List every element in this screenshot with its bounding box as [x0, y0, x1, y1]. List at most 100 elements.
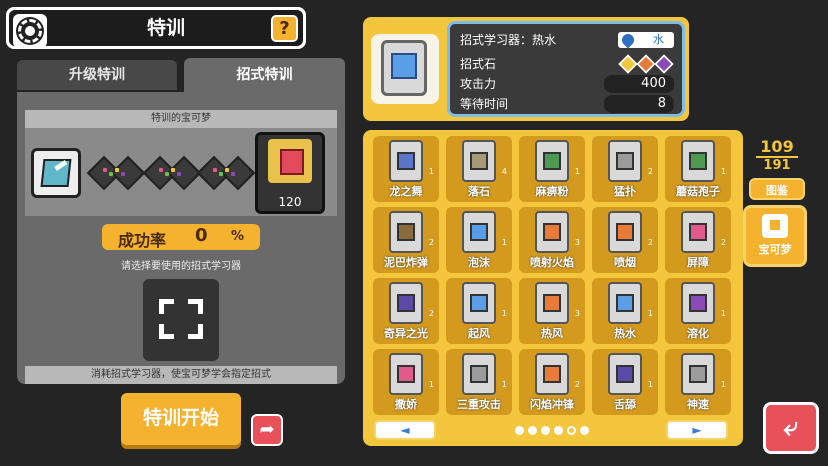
tm-count: 3	[574, 309, 580, 318]
tm-name: 闪焰冲锋	[530, 398, 574, 411]
tm-count-total: 191	[756, 156, 798, 173]
pokemon-button-label: 宝可梦	[758, 243, 792, 256]
link-chain-icon	[86, 155, 146, 191]
start-training-button[interactable]: 特训开始	[121, 393, 241, 445]
tm-machine-icon	[676, 353, 720, 395]
tm-cell[interactable]: 3 热风	[519, 278, 585, 344]
tm-name: 热风	[541, 327, 563, 340]
tm-crystal-icon	[40, 159, 72, 187]
tm-name: 泥巴炸弹	[384, 256, 428, 269]
tm-cell[interactable]: 2 猛扑	[592, 136, 658, 202]
gear-icon	[18, 19, 42, 43]
header-inner: 特训 ?	[9, 10, 303, 48]
stone-orange-icon	[636, 54, 656, 74]
pokemon-slot[interactable]: 120	[255, 132, 325, 214]
tm-cell[interactable]: 2 喷烟	[592, 207, 658, 273]
tm-machine-icon	[457, 211, 501, 253]
wait-value: 8	[604, 95, 674, 113]
tm-machine-icon	[457, 353, 501, 395]
back-button[interactable]: ⤶	[763, 402, 819, 454]
tm-count-current: 109	[760, 137, 794, 156]
tm-count: 3	[574, 238, 580, 247]
tm-cell[interactable]: 4 落石	[446, 136, 512, 202]
tm-cell[interactable]: 1 撒娇	[373, 349, 439, 415]
tm-slot[interactable]	[31, 148, 81, 198]
tm-cell[interactable]: 1 蘑菇孢子	[665, 136, 731, 202]
tm-cell[interactable]: 2 屏障	[665, 207, 731, 273]
help-icon[interactable]: ?	[271, 15, 298, 42]
tm-cell[interactable]: 1 泡沫	[446, 207, 512, 273]
tm-cell[interactable]: 2 闪焰冲锋	[519, 349, 585, 415]
tm-count: 1	[647, 380, 653, 389]
tm-preview	[371, 34, 439, 104]
water-type-badge: 水	[618, 32, 674, 48]
tm-cell[interactable]: 1 起风	[446, 278, 512, 344]
next-page-button[interactable]: ►	[666, 420, 728, 440]
tm-name: 麻痹粉	[535, 185, 569, 198]
tab-upgrade-training[interactable]: 升级特训	[17, 60, 177, 90]
tm-name: 舌舔	[614, 398, 636, 411]
page-dot[interactable]	[554, 426, 563, 435]
tm-machine-icon	[530, 282, 574, 324]
page-dot[interactable]	[515, 426, 524, 435]
success-rate-unit: %	[230, 229, 244, 244]
tm-machine-icon	[384, 140, 428, 182]
tm-machine-icon	[530, 140, 574, 182]
page-dot[interactable]	[528, 426, 537, 435]
tm-machine-icon	[384, 282, 428, 324]
success-rate-value: 0	[195, 225, 208, 246]
tm-machine-icon	[676, 211, 720, 253]
prev-page-button[interactable]: ◄	[374, 420, 436, 440]
training-slot-row: 120	[25, 128, 337, 216]
success-rate-bar: 成功率 0 %	[102, 224, 260, 250]
page-title: 特训	[146, 17, 185, 39]
tm-count: 1	[428, 380, 434, 389]
menu-icon[interactable]	[13, 14, 47, 48]
tm-name: 神速	[687, 398, 709, 411]
stone-row: 招式石	[460, 54, 674, 74]
tm-name: 屏障	[687, 256, 709, 269]
page-dot[interactable]	[580, 426, 589, 435]
tm-name: 溶化	[687, 327, 709, 340]
frame-bracket-icon	[158, 298, 204, 340]
tm-cell[interactable]: 1 溶化	[665, 278, 731, 344]
tm-info-card: 招式学习器：热水 水 招式石 攻击力 400 等待时间 8	[447, 21, 685, 117]
tm-name: 猛扑	[614, 185, 636, 198]
tm-cell[interactable]: 1 龙之舞	[373, 136, 439, 202]
tab-move-training[interactable]: 招式特训	[184, 58, 345, 92]
tm-grid-panel: 1 龙之舞 4 落石 1 麻痹粉 2 猛扑 1 蘑菇孢子 2 泥巴炸弹 1 泡沫 3 喷射火焰 2 喷烟 2 屏障 2 奇…	[363, 130, 743, 446]
attack-label: 攻击力	[460, 77, 497, 91]
tm-machine-icon	[374, 40, 436, 96]
tm-count: 2	[428, 238, 434, 247]
tm-cell[interactable]: 3 喷射火焰	[519, 207, 585, 273]
tm-machine-icon	[457, 140, 501, 182]
tm-count: 1	[720, 309, 726, 318]
pokemon-section-label: 特训的宝可梦	[25, 110, 337, 128]
tm-name-row: 招式学习器：热水 水	[460, 30, 674, 50]
tm-select-box[interactable]	[143, 279, 219, 361]
header-bar: 特训 ?	[6, 7, 306, 49]
tm-cell[interactable]: 1 舌舔	[592, 349, 658, 415]
tm-counter: 109 191	[746, 137, 808, 173]
tm-cell[interactable]: 1 三重攻击	[446, 349, 512, 415]
select-prompt: 请选择要使用的招式学习器	[121, 261, 241, 272]
tm-machine-icon	[603, 211, 647, 253]
page-dot[interactable]	[567, 426, 576, 435]
pokemon-button[interactable]: 宝可梦	[743, 205, 807, 267]
pokedex-button[interactable]: 图鉴	[749, 178, 805, 200]
tm-count: 2	[720, 238, 726, 247]
wait-row: 等待时间 8	[460, 94, 674, 114]
tm-cell[interactable]: 1 热水	[592, 278, 658, 344]
success-rate-label: 成功率	[118, 231, 167, 250]
consume-note: 消耗招式学习器，使宝可梦学会指定招式	[25, 366, 337, 384]
share-arrow-icon[interactable]: ➦	[251, 414, 283, 446]
tm-count: 4	[501, 167, 507, 176]
tm-count: 1	[574, 167, 580, 176]
tm-cell[interactable]: 1 神速	[665, 349, 731, 415]
tm-name: 落石	[468, 185, 490, 198]
tm-cell[interactable]: 1 麻痹粉	[519, 136, 585, 202]
page-dot[interactable]	[541, 426, 550, 435]
tm-cell[interactable]: 2 泥巴炸弹	[373, 207, 439, 273]
pokemon-swap-icon	[762, 214, 788, 238]
tm-cell[interactable]: 2 奇异之光	[373, 278, 439, 344]
